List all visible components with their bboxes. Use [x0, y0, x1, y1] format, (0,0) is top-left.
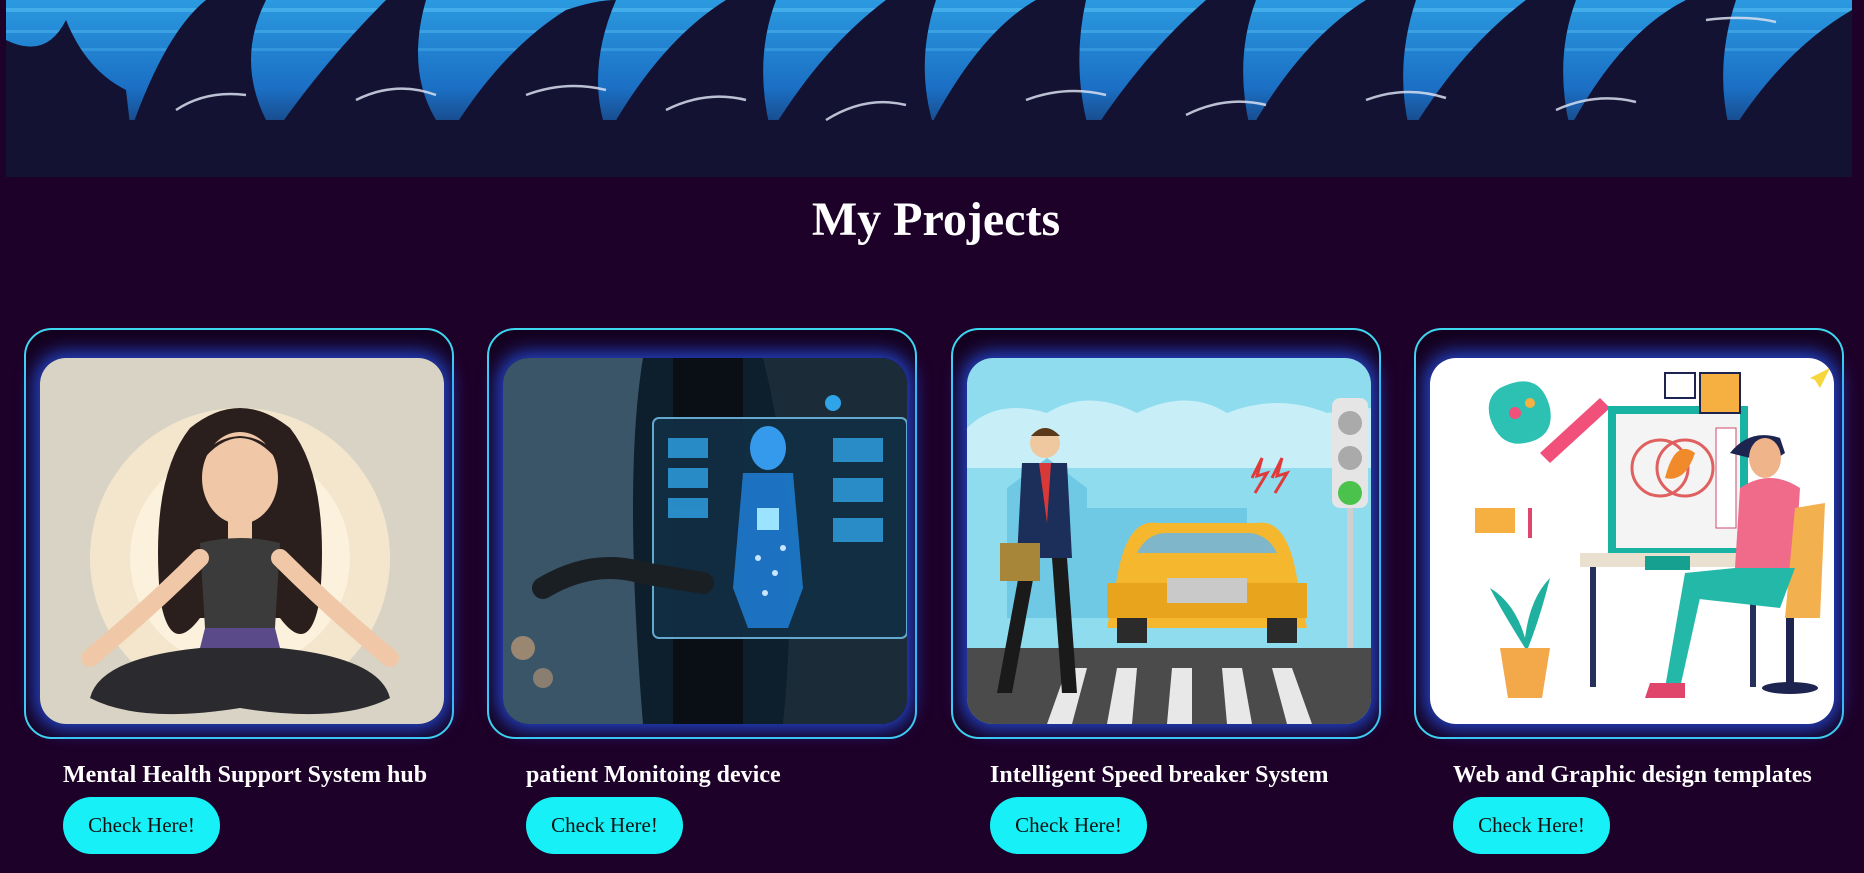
medical-hologram-illustration — [503, 358, 907, 724]
project-card-frame — [951, 328, 1381, 739]
project-card-frame — [1414, 328, 1844, 739]
check-here-button[interactable]: Check Here! — [526, 797, 683, 854]
header-banner — [6, 0, 1852, 177]
crosswalk-car-illustration — [967, 358, 1371, 724]
project-title: Intelligent Speed breaker System — [990, 762, 1329, 788]
project-thumbnail[interactable] — [1430, 358, 1834, 724]
project-thumbnail[interactable] — [967, 358, 1371, 724]
jungle-leaves-banner-image — [6, 0, 1852, 177]
project-title: Mental Health Support System hub — [63, 762, 428, 788]
meditating-woman-illustration — [40, 358, 444, 724]
project-card-frame — [487, 328, 917, 739]
check-here-button[interactable]: Check Here! — [990, 797, 1147, 854]
project-thumbnail[interactable] — [503, 358, 907, 724]
project-thumbnail[interactable] — [40, 358, 444, 724]
check-here-button[interactable]: Check Here! — [1453, 797, 1610, 854]
projects-grid: Mental Health Support System hub Check H… — [0, 328, 1864, 873]
page-title: My Projects — [811, 193, 1061, 246]
graphic-designer-illustration — [1430, 358, 1834, 724]
project-title: Web and Graphic design templates — [1453, 762, 1812, 788]
check-here-button[interactable]: Check Here! — [63, 797, 220, 854]
project-title: patient Monitoing device — [526, 762, 781, 788]
project-card-frame — [24, 328, 454, 739]
